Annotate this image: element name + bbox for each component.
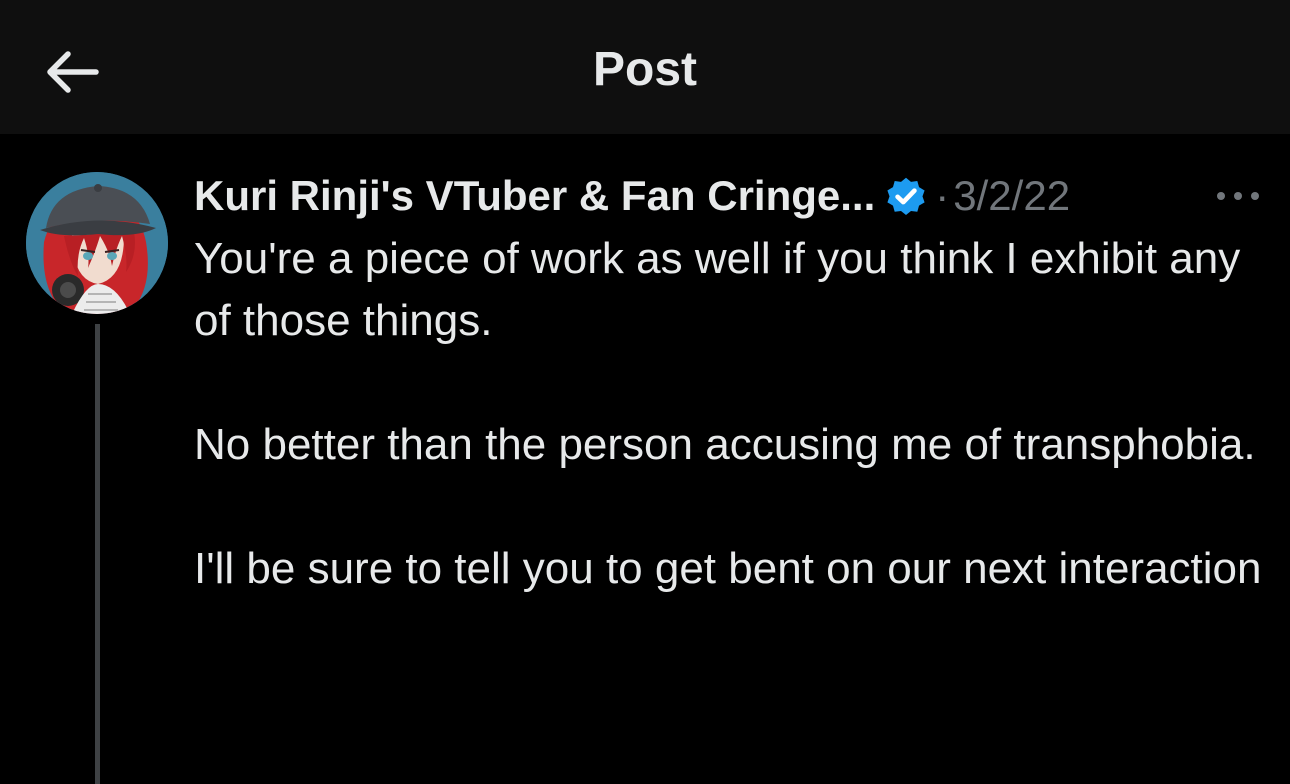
separator-dot: · bbox=[935, 172, 950, 219]
post-paragraph: I'll be sure to tell you to get bent on … bbox=[194, 544, 1262, 593]
post-timestamp[interactable]: 3/2/22 bbox=[953, 172, 1070, 220]
verified-badge-icon bbox=[887, 177, 925, 215]
thread-line bbox=[95, 324, 100, 784]
avatar[interactable] bbox=[26, 172, 168, 314]
post[interactable]: Kuri Rinji's VTuber & Fan Cringe... · 3/… bbox=[0, 134, 1290, 784]
more-options-icon bbox=[1217, 192, 1259, 200]
avatar-image bbox=[26, 172, 168, 314]
post-paragraph: No better than the person accusing me of… bbox=[194, 420, 1256, 469]
more-options-button[interactable] bbox=[1208, 176, 1268, 216]
post-header: Kuri Rinji's VTuber & Fan Cringe... · 3/… bbox=[194, 168, 1070, 224]
post-text: You're a piece of work as well if you th… bbox=[194, 228, 1274, 662]
page-title: Post bbox=[592, 43, 697, 96]
author-display-name[interactable]: Kuri Rinji's VTuber & Fan Cringe... bbox=[194, 172, 875, 220]
post-paragraph: You're a piece of work as well if you th… bbox=[194, 234, 1241, 345]
top-bar: Post bbox=[0, 0, 1290, 134]
